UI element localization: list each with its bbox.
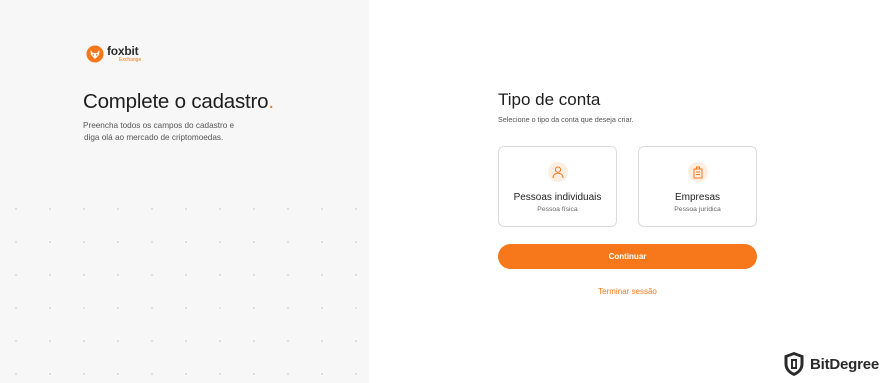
option-individual-sub: Pessoa física	[537, 206, 578, 213]
pattern-dot	[185, 208, 187, 210]
pattern-dot	[151, 340, 153, 342]
pattern-dot	[185, 340, 187, 342]
pattern-dot	[355, 307, 357, 309]
pattern-dot	[185, 373, 187, 375]
foxbit-logo[interactable]: foxbit Exchange	[86, 45, 141, 63]
pattern-dot	[219, 241, 221, 243]
pattern-dot	[49, 241, 51, 243]
pattern-dot	[151, 241, 153, 243]
pattern-dot	[287, 340, 289, 342]
pattern-dot	[83, 241, 85, 243]
pattern-dot	[185, 241, 187, 243]
pattern-dot	[83, 340, 85, 342]
pattern-dot	[185, 307, 187, 309]
pattern-dot	[15, 274, 17, 276]
subtext-line-1: Preencha todos os campos do cadastro e	[83, 121, 235, 130]
pattern-dot	[321, 241, 323, 243]
option-company-title: Empresas	[674, 192, 720, 203]
option-company-sub: Pessoa jurídica	[674, 206, 721, 213]
pattern-dot	[321, 373, 323, 375]
account-type-title: Tipo de conta	[498, 90, 601, 109]
pattern-dot	[49, 340, 51, 342]
pattern-dot	[185, 274, 187, 276]
pattern-dot	[15, 307, 17, 309]
pattern-dot	[83, 307, 85, 309]
pattern-dot	[355, 373, 357, 375]
pattern-dot	[49, 274, 51, 276]
headline-text: Complete o cadastro	[83, 90, 269, 113]
pattern-dot	[151, 274, 153, 276]
building-icon	[687, 162, 708, 182]
pattern-dot	[151, 307, 153, 309]
pattern-dot	[151, 373, 153, 375]
pattern-dot	[151, 208, 153, 210]
pattern-dot	[253, 241, 255, 243]
pattern-dot	[117, 274, 119, 276]
pattern-dot	[355, 208, 357, 210]
pattern-dot	[253, 208, 255, 210]
pattern-dot	[15, 340, 17, 342]
pattern-dot	[253, 373, 255, 375]
pattern-dot	[219, 340, 221, 342]
account-type-subtitle: Selecione o tipo da conta que deseja cri…	[498, 115, 634, 124]
pattern-dot	[117, 241, 119, 243]
bitdegree-shield-icon	[784, 352, 804, 376]
logo-name: foxbit	[107, 44, 139, 58]
left-panel: foxbit Exchange Complete o cadastro. Pre…	[0, 0, 369, 383]
pattern-dot	[117, 307, 119, 309]
bitdegree-text: BitDegree	[810, 355, 880, 373]
pattern-dot	[49, 208, 51, 210]
pattern-dot	[287, 241, 289, 243]
pattern-dot	[287, 274, 289, 276]
pattern-dot	[49, 373, 51, 375]
pattern-dot	[219, 307, 221, 309]
pattern-dot	[287, 307, 289, 309]
pattern-dot	[15, 208, 17, 210]
pattern-dot	[321, 307, 323, 309]
pattern-dot	[355, 340, 357, 342]
pattern-dot	[253, 274, 255, 276]
pattern-dot	[15, 241, 17, 243]
pattern-dot	[83, 373, 85, 375]
pattern-dot	[117, 373, 119, 375]
pattern-dot	[15, 373, 17, 375]
pattern-dot	[287, 208, 289, 210]
dot-pattern	[10, 203, 369, 383]
pattern-dot	[321, 274, 323, 276]
pattern-dot	[117, 340, 119, 342]
page-headline: Complete o cadastro.	[83, 90, 274, 114]
logout-link[interactable]: Terminar sessão	[498, 287, 757, 296]
pattern-dot	[117, 208, 119, 210]
bitdegree-watermark: BitDegree	[783, 351, 879, 377]
person-icon	[547, 162, 568, 182]
pattern-dot	[49, 307, 51, 309]
pattern-dot	[355, 241, 357, 243]
option-company[interactable]: Empresas Pessoa jurídica	[638, 146, 757, 227]
subtext-line-2: diga olá ao mercado de criptomoedas.	[84, 133, 224, 142]
headline-dot: .	[268, 90, 274, 113]
fox-logo-icon	[86, 45, 104, 63]
pattern-dot	[287, 373, 289, 375]
pattern-dot	[321, 340, 323, 342]
pattern-dot	[83, 208, 85, 210]
pattern-dot	[219, 274, 221, 276]
pattern-dot	[321, 208, 323, 210]
option-individual[interactable]: Pessoas individuais Pessoa física	[498, 146, 617, 227]
pattern-dot	[253, 307, 255, 309]
pattern-dot	[253, 340, 255, 342]
logo-sub: Exchange	[119, 57, 142, 63]
pattern-dot	[219, 373, 221, 375]
pattern-dot	[219, 208, 221, 210]
pattern-dot	[83, 274, 85, 276]
headline-subtext: Preencha todos os campos do cadastro e d…	[83, 120, 283, 144]
continue-button[interactable]: Continuar	[498, 244, 757, 269]
pattern-dot	[355, 274, 357, 276]
option-individual-title: Pessoas individuais	[513, 192, 602, 203]
